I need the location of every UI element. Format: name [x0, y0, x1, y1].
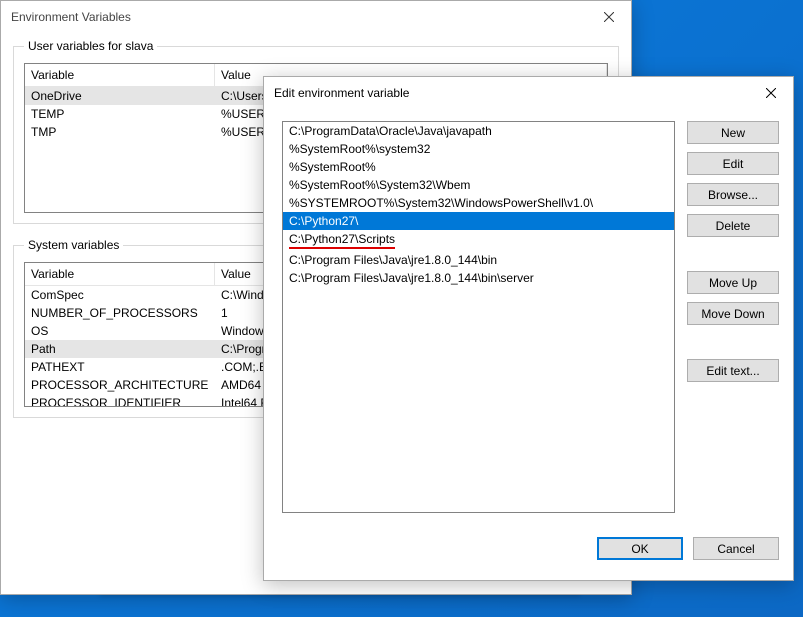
edit-button[interactable]: Edit: [687, 152, 779, 175]
cell-variable: PROCESSOR_IDENTIFIER: [25, 394, 215, 407]
new-button[interactable]: New: [687, 121, 779, 144]
dialog-buttons: OK Cancel: [264, 527, 793, 560]
list-item[interactable]: %SYSTEMROOT%\System32\WindowsPowerShell\…: [283, 194, 674, 212]
titlebar-edit[interactable]: Edit environment variable: [264, 77, 793, 109]
cell-variable: OneDrive: [25, 87, 215, 105]
list-item[interactable]: %SystemRoot%\system32: [283, 140, 674, 158]
cell-variable: Path: [25, 340, 215, 358]
list-item[interactable]: C:\Python27\: [283, 212, 674, 230]
list-item[interactable]: C:\Python27\Scripts: [283, 230, 674, 251]
column-header-variable[interactable]: Variable: [25, 64, 215, 86]
edit-environment-variable-window: Edit environment variable C:\ProgramData…: [263, 76, 794, 581]
path-entries-list[interactable]: C:\ProgramData\Oracle\Java\javapath%Syst…: [282, 121, 675, 513]
delete-button[interactable]: Delete: [687, 214, 779, 237]
edit-text-button[interactable]: Edit text...: [687, 359, 779, 382]
column-header-variable[interactable]: Variable: [25, 263, 215, 285]
list-item[interactable]: C:\ProgramData\Oracle\Java\javapath: [283, 122, 674, 140]
list-item[interactable]: %SystemRoot%: [283, 158, 674, 176]
system-variables-legend: System variables: [24, 238, 123, 252]
cell-variable: ComSpec: [25, 286, 215, 304]
move-up-button[interactable]: Move Up: [687, 271, 779, 294]
ok-button[interactable]: OK: [597, 537, 683, 560]
close-icon[interactable]: [748, 78, 793, 108]
cell-variable: TEMP: [25, 105, 215, 123]
list-item[interactable]: C:\Program Files\Java\jre1.8.0_144\bin: [283, 251, 674, 269]
browse-button[interactable]: Browse...: [687, 183, 779, 206]
cell-variable: TMP: [25, 123, 215, 141]
cell-variable: OS: [25, 322, 215, 340]
cell-variable: PROCESSOR_ARCHITECTURE: [25, 376, 215, 394]
titlebar-envvars[interactable]: Environment Variables: [1, 1, 631, 33]
user-variables-legend: User variables for slava: [24, 39, 157, 53]
cancel-button[interactable]: Cancel: [693, 537, 779, 560]
list-item-label: C:\Python27\Scripts: [289, 232, 395, 249]
window-title: Environment Variables: [11, 10, 131, 24]
edit-buttons-column: New Edit Browse... Delete Move Up Move D…: [687, 121, 779, 513]
list-item[interactable]: C:\Program Files\Java\jre1.8.0_144\bin\s…: [283, 269, 674, 287]
move-down-button[interactable]: Move Down: [687, 302, 779, 325]
list-item[interactable]: %SystemRoot%\System32\Wbem: [283, 176, 674, 194]
close-icon[interactable]: [586, 2, 631, 32]
window-title: Edit environment variable: [274, 86, 409, 100]
cell-variable: NUMBER_OF_PROCESSORS: [25, 304, 215, 322]
cell-variable: PATHEXT: [25, 358, 215, 376]
